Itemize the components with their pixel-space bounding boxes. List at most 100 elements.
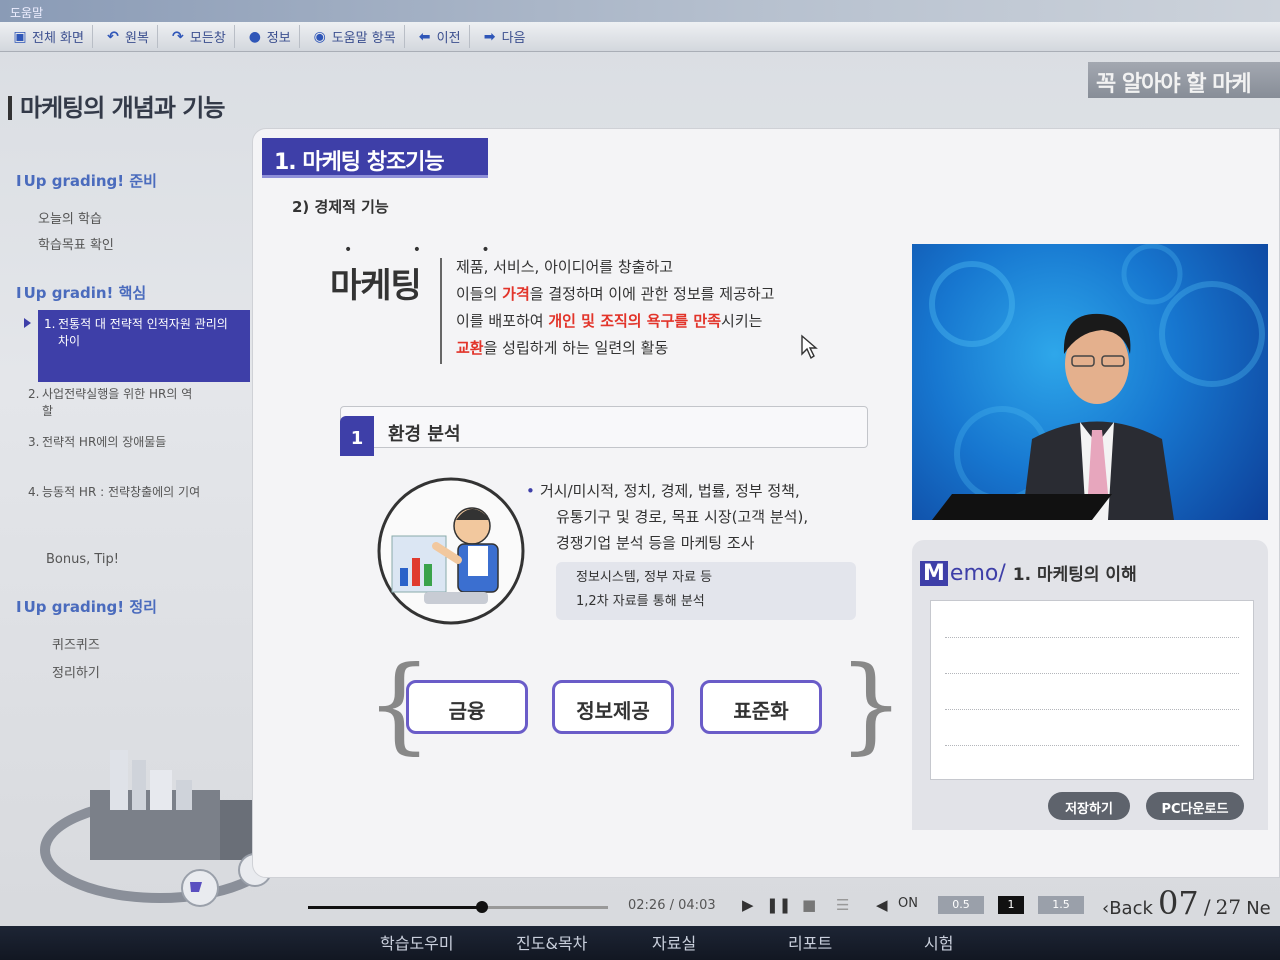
help-topics-button[interactable]: ◉ 도움말 항목 [304,25,405,48]
active-arrow-icon [24,318,31,328]
definition-line-4: 교환을 성립하게 하는 일련의 활동 [456,335,896,362]
pause-icon[interactable]: ❚❚ [766,896,791,914]
back-label: Back [1109,898,1153,919]
progress-track[interactable] [308,901,608,913]
nav-progress-toc[interactable]: 진도&목차 [516,926,652,960]
info-line: 정보시스템, 정부 자료 등 [576,570,713,585]
memo-label: emo [949,561,999,586]
help-icon: ◉ [313,28,326,45]
nav-study-helper[interactable]: 학습도우미 [380,926,516,960]
next-page-button[interactable]: Ne [1246,898,1271,919]
definition-highlight: 가격 [502,285,530,303]
stop-icon[interactable]: ■ [802,896,816,914]
list-icon[interactable]: ☰ [836,896,849,914]
sidebar-item-bonus[interactable]: Bonus, Tip! [46,552,119,567]
all-windows-button[interactable]: ↷ 모든창 [162,25,235,48]
sidebar-section-prep[interactable]: Up grading! 준비 [16,170,157,191]
fullscreen-button[interactable]: ▣ 전체 화면 [4,25,93,48]
info-box: 정보시스템, 정부 자료 등 1,2차 자료를 통해 분석 [556,562,856,620]
env-analysis-bullet: • 거시/미시적, 정치, 경제, 법률, 정부 정책, 유통기구 및 경로, … [526,478,880,556]
definition-line-3: 이를 배포하여 개인 및 조직의 욕구를 만족시키는 [456,308,896,335]
memo-save-button[interactable]: 저장하기 [1048,792,1130,820]
definition-highlight: 교환 [456,339,484,357]
memo-download-button[interactable]: PC다운로드 [1146,792,1244,820]
page-title: 마케팅의 개념과 기능 [8,88,225,123]
bottom-nav: 학습도우미 진도&목차 자료실 리포트 시험 [0,926,1280,960]
nav-report[interactable]: 리포트 [788,926,924,960]
standardization-button[interactable]: 표준화 [700,680,822,734]
progress-knob[interactable] [476,901,488,913]
bullet-line: 유통기구 및 경로, 목표 시장(고객 분석), [556,508,809,526]
arrow-right-icon: ➡ [483,28,496,45]
sidebar-item-num: 2. [28,387,40,401]
info-button[interactable]: ● 정보 [239,25,300,48]
fullscreen-icon: ▣ [13,28,27,45]
finance-button[interactable]: 금융 [406,680,528,734]
sidebar-item-num: 3. [28,435,40,449]
speed-1[interactable]: 1 [998,896,1024,914]
nav-resources[interactable]: 자료실 [652,926,788,960]
memo-rule [945,709,1239,710]
marketing-term: 마케팅 [330,266,422,306]
restore-label: 원복 [124,31,149,46]
sidebar-item-label: 전통적 대 전략적 인적자원 관리의 차이 [58,317,228,348]
time-separator: / [669,898,674,913]
redo-icon: ↷ [172,28,184,45]
sidebar-item-core-4[interactable]: 4. 능동적 HR : 전략창출에의 기여 [28,484,202,501]
memo-subtitle: 1. 마케팅의 이해 [1012,565,1137,585]
mouse-cursor-icon [801,334,818,360]
env-analysis-number: 1 [340,416,374,456]
sidebar-section-review[interactable]: Up grading! 정리 [16,596,157,617]
definition-text: 시키는 [721,312,763,330]
sidebar-item-quiz[interactable]: 퀴즈퀴즈 [52,634,100,653]
restore-button[interactable]: ↶ 원복 [97,25,158,48]
sidebar-item-goals[interactable]: 학습목표 확인 [38,234,114,253]
memo-title: Memo/ 1. 마케팅의 이해 [920,560,1137,586]
info-line: 1,2차 자료를 통해 분석 [576,594,705,609]
nav-exam[interactable]: 시험 [924,926,1060,960]
page-total: 27 [1215,895,1242,919]
memo-rule [945,745,1239,746]
speed-0-5[interactable]: 0.5 [938,896,984,914]
screen: 도움말 ▣ 전체 화면 ↶ 원복 ↷ 모든창 ● 정보 ◉ 도움말 항목 ⬅ 이… [0,0,1280,960]
lecture-video[interactable] [912,244,1268,520]
info-provision-button[interactable]: 정보제공 [552,680,674,734]
sidebar-item-summary[interactable]: 정리하기 [52,662,100,681]
prev-button[interactable]: ⬅ 이전 [409,25,470,48]
current-time: 02:26 [628,898,666,913]
marketing-definition: 제품, 서비스, 아이디어를 창출하고 이들의 가격을 결정하며 이에 관한 정… [456,254,896,362]
info-label: 정보 [266,31,291,46]
sidebar-item-core-2[interactable]: 2. 사업전략실행을 위한 HR의 역할 [28,386,202,420]
play-icon[interactable]: ▶ [742,896,754,914]
sidebar-item-label: 전략적 HR에의 장애물들 [42,435,167,449]
back-button[interactable]: ‹Back [1102,898,1153,919]
speed-1-5[interactable]: 1.5 [1038,896,1084,914]
sidebar-item-core-3[interactable]: 3. 전략적 HR에의 장애물들 [28,434,202,451]
help-topics-label: 도움말 항목 [331,31,396,46]
sidebar-item-label: 능동적 HR : 전략창출에의 기여 [42,485,201,499]
next-button[interactable]: ➡ 다음 [474,25,534,48]
sidebar-item-core-1[interactable]: 1. 전통적 대 전략적 인적자원 관리의 차이 [38,310,250,382]
content-subtitle: 2) 경제적 기능 [292,198,389,216]
sidebar-item-today[interactable]: 오늘의 학습 [38,208,102,227]
memo-textarea[interactable] [930,600,1254,780]
sound-toggle[interactable]: ON [898,896,918,911]
player-bar: 02:26 / 04:03 ▶ ❚❚ ■ ☰ ◀ ON 0.5 1 1.5 ‹B… [252,880,1280,926]
definition-text: 이를 배포하여 [456,312,549,330]
bullet-icon: • [526,482,535,500]
definition-line-1: 제품, 서비스, 아이디어를 창출하고 [456,258,674,276]
prev-label: 이전 [436,31,461,46]
total-time: 04:03 [678,898,716,913]
window-title: 도움말 [10,6,44,20]
definition-text: 을 성립하게 하는 일련의 활동 [483,339,669,357]
env-analysis-title: 환경 분석 [388,424,461,445]
undo-icon: ↶ [107,28,119,45]
next-label: 다음 [501,31,526,46]
analyst-illustration [377,477,525,625]
brace-right-icon: } [838,643,905,765]
bullet-line: 거시/미시적, 정치, 경제, 법률, 정부 정책, [540,482,800,500]
speaker-icon[interactable]: ◀ [876,896,888,914]
memo-panel: Memo/ 1. 마케팅의 이해 저장하기 PC다운로드 [912,540,1268,830]
memo-slash: / [998,561,1013,586]
sidebar-section-core[interactable]: Up gradin! 핵심 [16,282,147,303]
